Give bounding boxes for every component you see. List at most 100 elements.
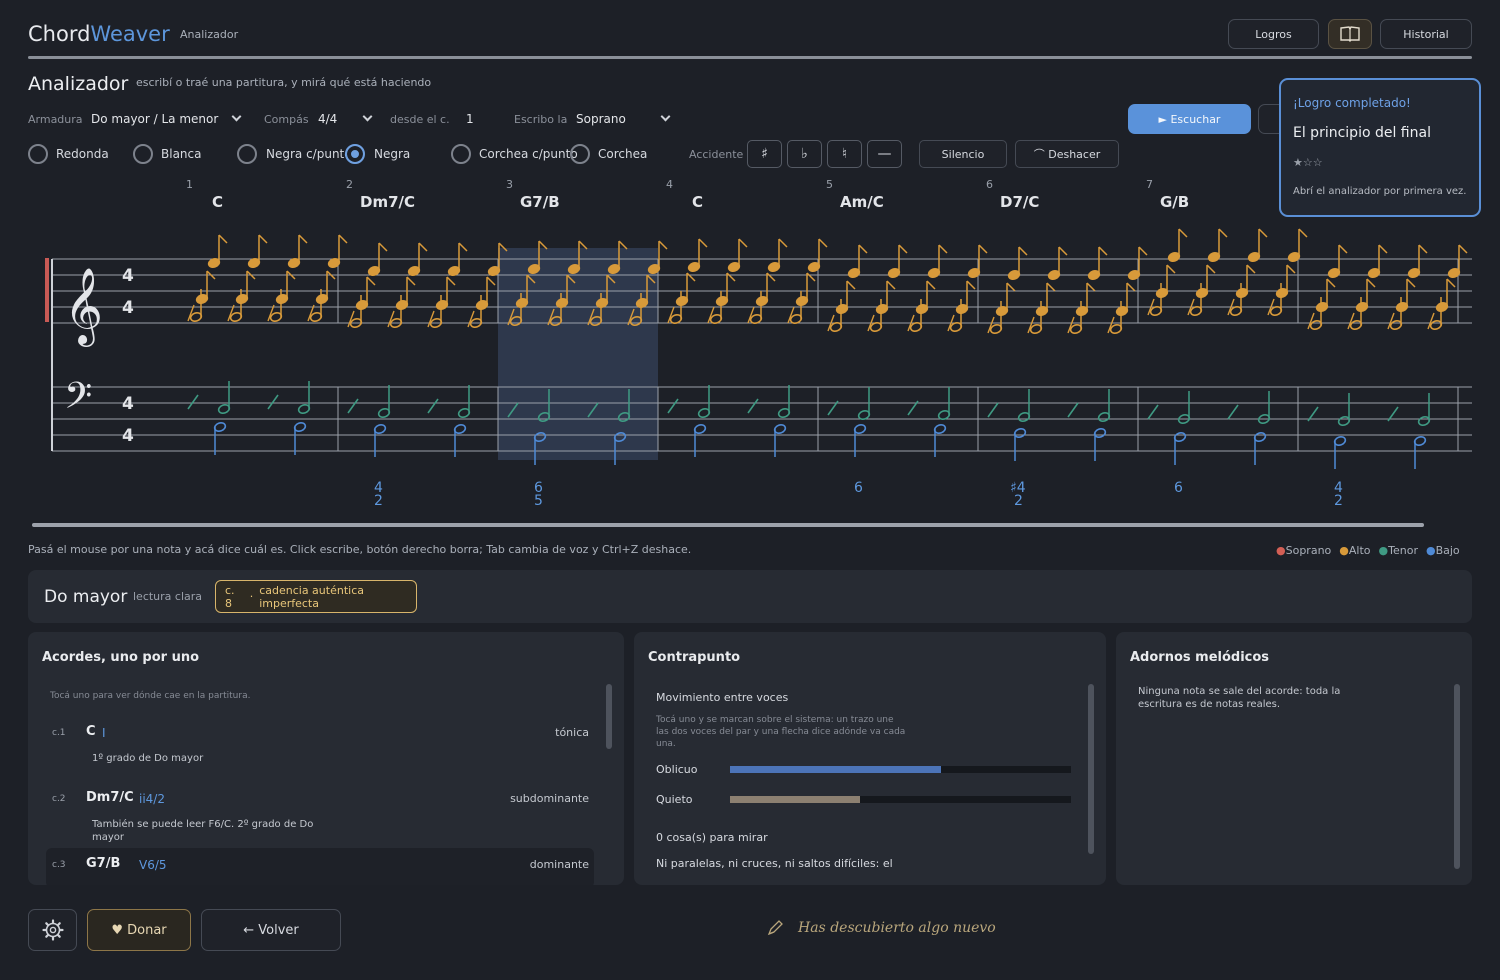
back-button[interactable]: ← Volver [201, 909, 341, 951]
chords-scrollbar[interactable] [606, 684, 612, 749]
logros-button[interactable]: Logros [1228, 19, 1319, 49]
note[interactable] [1109, 301, 1123, 335]
note[interactable] [297, 381, 311, 415]
voice-select[interactable]: Soprano [576, 112, 666, 126]
note[interactable] [189, 289, 203, 323]
note[interactable] [909, 299, 923, 333]
note[interactable] [1229, 283, 1243, 317]
note[interactable] [269, 289, 283, 323]
note[interactable] [229, 289, 243, 323]
note[interactable] [955, 280, 976, 315]
undo-button[interactable]: ⌒ Deshacer [1015, 140, 1119, 168]
note[interactable] [217, 381, 231, 415]
note[interactable] [933, 423, 947, 457]
note[interactable] [927, 244, 948, 279]
note[interactable] [989, 301, 1003, 335]
note[interactable] [373, 423, 387, 457]
note[interactable] [789, 291, 803, 325]
note[interactable] [715, 272, 736, 307]
note[interactable] [727, 238, 748, 273]
note[interactable] [1149, 283, 1163, 317]
note[interactable] [807, 238, 828, 273]
note[interactable] [1207, 228, 1228, 263]
note[interactable] [697, 385, 711, 419]
chord-item[interactable]: c.2 Dm7/C ii4/2 subdominante También se pued… [46, 782, 594, 843]
note[interactable] [1269, 283, 1283, 317]
note[interactable] [1167, 228, 1188, 263]
note[interactable] [1093, 427, 1107, 461]
ornaments-scrollbar[interactable] [1454, 684, 1460, 869]
note[interactable] [377, 385, 391, 419]
note[interactable] [709, 291, 723, 325]
note[interactable] [275, 270, 296, 305]
note[interactable] [887, 244, 908, 279]
note[interactable] [1029, 301, 1043, 335]
note[interactable] [847, 244, 868, 279]
note[interactable] [1127, 246, 1148, 281]
note[interactable] [349, 295, 363, 329]
note[interactable] [1075, 282, 1096, 317]
note[interactable] [475, 276, 496, 311]
note[interactable] [1189, 283, 1203, 317]
note[interactable] [937, 387, 951, 421]
note[interactable] [1417, 393, 1431, 427]
note[interactable] [1275, 264, 1296, 299]
note[interactable] [869, 299, 883, 333]
desde-input[interactable]: 1 [466, 112, 496, 126]
duration-radio[interactable] [345, 144, 365, 164]
note[interactable] [1367, 244, 1388, 279]
score-system[interactable]: 𝄞𝄢44441C2Dm7/C423G7/B654C5Am/C66D7/C♯427… [0, 170, 1500, 520]
note[interactable] [447, 242, 468, 277]
note[interactable] [1389, 297, 1403, 331]
natural-button[interactable]: ♮ [827, 140, 862, 168]
note[interactable] [995, 282, 1016, 317]
compas-select[interactable]: 4/4 [318, 112, 368, 126]
note[interactable] [287, 234, 308, 269]
note[interactable] [1429, 297, 1443, 331]
note[interactable] [1097, 389, 1111, 423]
note[interactable] [1235, 264, 1256, 299]
note[interactable] [693, 423, 707, 457]
chord-item[interactable]: c.1 C Itónica 1º grado de Do mayor [46, 716, 594, 776]
note[interactable] [1349, 297, 1363, 331]
note[interactable] [1047, 246, 1068, 281]
note[interactable] [207, 234, 228, 269]
note[interactable] [1195, 264, 1216, 299]
note[interactable] [1395, 278, 1416, 313]
duration-radio[interactable] [133, 144, 153, 164]
note[interactable] [247, 234, 268, 269]
note[interactable] [1173, 431, 1187, 465]
note[interactable] [795, 272, 816, 307]
settings-button[interactable] [28, 909, 77, 951]
note[interactable] [777, 385, 791, 419]
note[interactable] [675, 272, 696, 307]
note[interactable] [949, 299, 963, 333]
note[interactable] [853, 423, 867, 457]
duration-radio[interactable] [28, 144, 48, 164]
note[interactable] [429, 295, 443, 329]
note[interactable] [315, 270, 336, 305]
note[interactable] [1333, 435, 1347, 469]
note[interactable] [1013, 427, 1027, 461]
sharp-button[interactable]: ♯ [747, 140, 782, 168]
note[interactable] [469, 295, 483, 329]
note[interactable] [755, 272, 776, 307]
note[interactable] [355, 276, 376, 311]
note[interactable] [1253, 431, 1267, 465]
note[interactable] [309, 289, 323, 323]
note[interactable] [195, 270, 216, 305]
note[interactable] [1115, 282, 1136, 317]
note[interactable] [1017, 389, 1031, 423]
library-button[interactable] [1328, 19, 1372, 49]
note[interactable] [235, 270, 256, 305]
note[interactable] [453, 423, 467, 457]
note[interactable] [1327, 244, 1348, 279]
listen-button[interactable]: ► Escuchar [1128, 104, 1251, 134]
note[interactable] [857, 387, 871, 421]
armadura-select[interactable]: Do mayor / La menor [91, 112, 241, 126]
note[interactable] [915, 280, 936, 315]
note[interactable] [767, 238, 788, 273]
note[interactable] [1337, 393, 1351, 427]
note[interactable] [1069, 301, 1083, 335]
note[interactable] [327, 234, 348, 269]
